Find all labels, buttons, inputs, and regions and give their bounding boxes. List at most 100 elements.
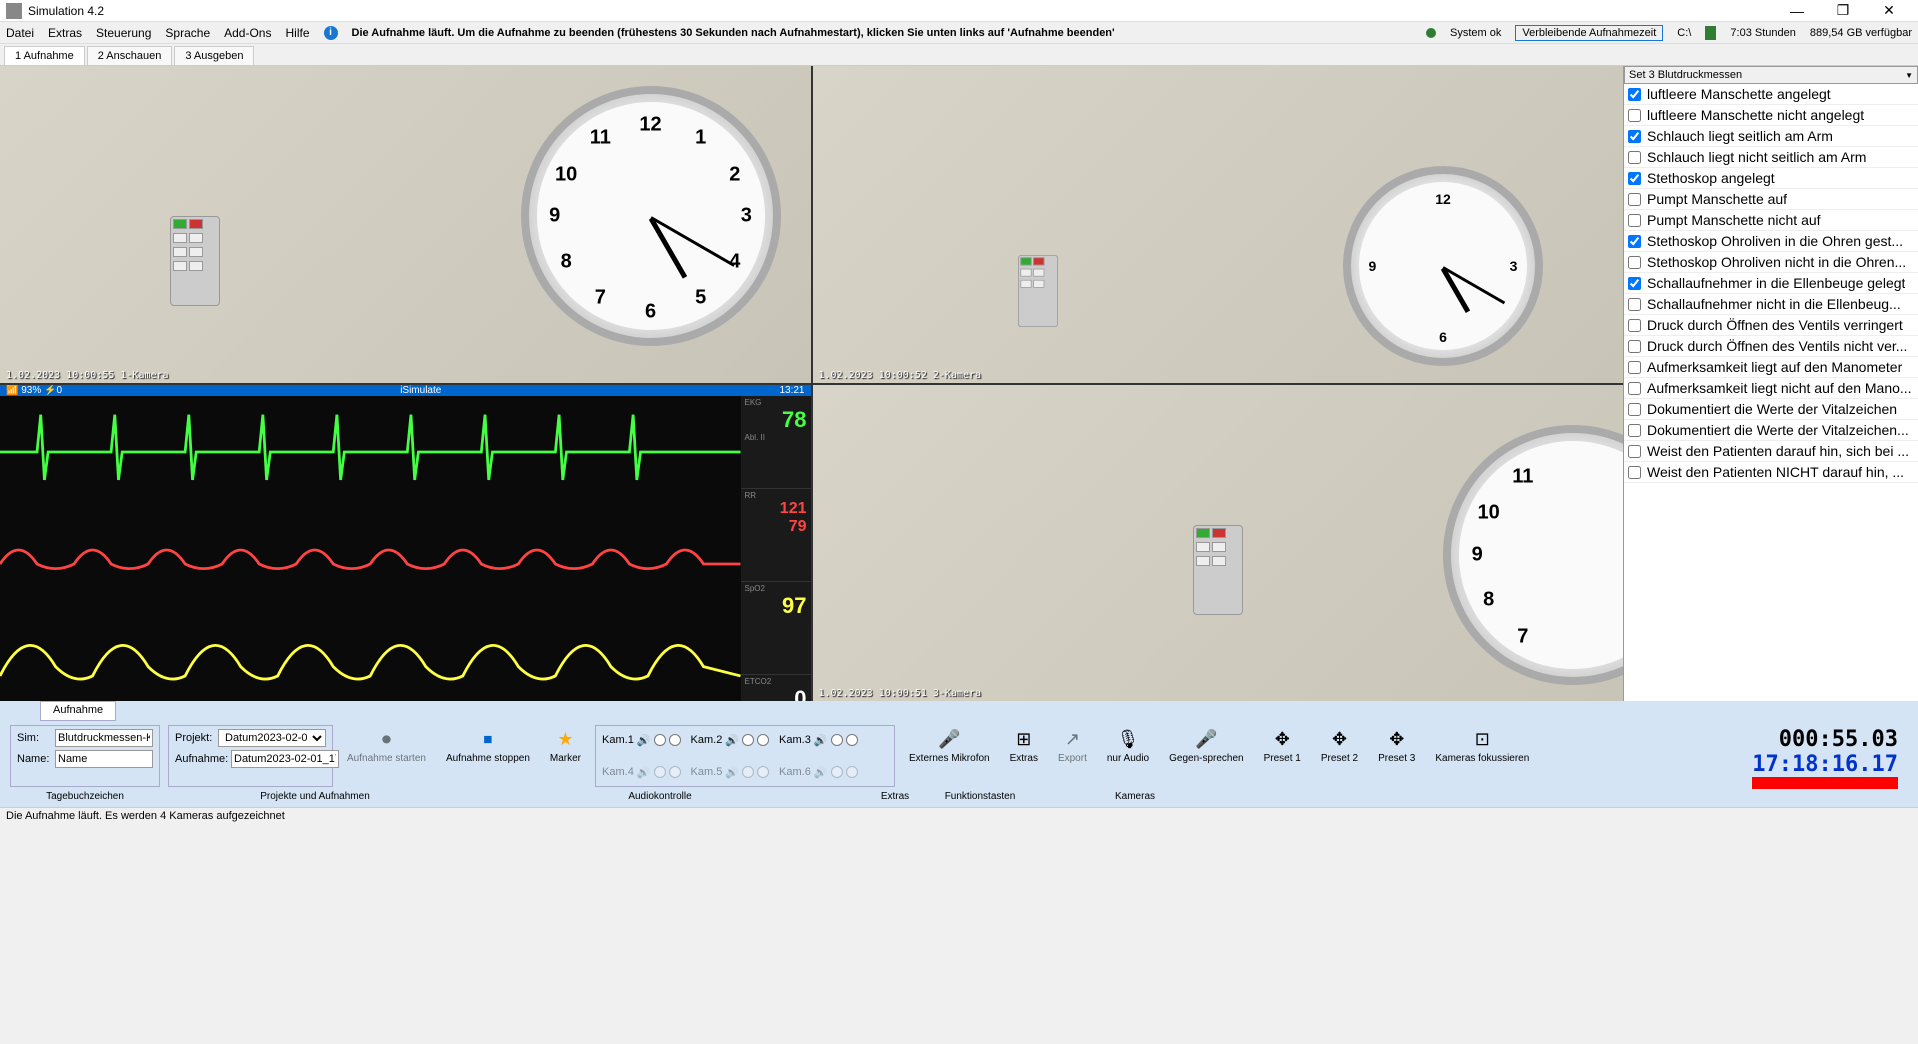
menu-addons[interactable]: Add-Ons — [224, 26, 271, 40]
checklist-text: Pumpt Manschette nicht auf — [1647, 212, 1821, 228]
checklist-item[interactable]: Druck durch Öffnen des Ventils verringer… — [1624, 315, 1918, 336]
checklist-item[interactable]: Stethoskop Ohroliven in die Ohren gest..… — [1624, 231, 1918, 252]
tab-anschauen[interactable]: 2 Anschauen — [87, 46, 173, 65]
checklist-text: Druck durch Öffnen des Ventils verringer… — [1647, 317, 1903, 333]
checklist-item[interactable]: Stethoskop angelegt — [1624, 168, 1918, 189]
aufnahme-input[interactable] — [231, 750, 339, 768]
camera-1-view[interactable]: 12 1 2 3 4 5 6 7 8 9 10 11 — [0, 66, 811, 383]
statusbar: Die Aufnahme läuft. Es werden 4 Kameras … — [0, 807, 1918, 825]
camera-2-view[interactable]: 12 3 6 9 1.02.2023 10:00:52 2-Kamera — [813, 66, 1624, 383]
minimize-button[interactable]: — — [1774, 0, 1820, 22]
checklist-item[interactable]: luftleere Manschette angelegt — [1624, 84, 1918, 105]
checklist-checkbox[interactable] — [1628, 151, 1641, 164]
checklist-checkbox[interactable] — [1628, 130, 1641, 143]
close-button[interactable]: ✕ — [1866, 0, 1912, 22]
gegensprechen-button[interactable]: 🎤 Gegen-sprechen — [1163, 725, 1250, 787]
system-status-text: System ok — [1450, 27, 1501, 39]
maximize-button[interactable]: ❐ — [1820, 0, 1866, 22]
grid-icon: ⊞ — [1012, 727, 1036, 751]
checklist-text: Aufmerksamkeit liegt nicht auf den Mano.… — [1647, 380, 1912, 396]
checklist-item[interactable]: Schallaufnehmer nicht in die Ellenbeug..… — [1624, 294, 1918, 315]
vitals-battery: 📶 93% ⚡0 — [6, 385, 62, 396]
group-tagebuch-label: Tagebuchzeichen — [10, 791, 160, 807]
name-label: Name: — [17, 753, 51, 765]
checklist-checkbox[interactable] — [1628, 256, 1641, 269]
checklist-checkbox[interactable] — [1628, 361, 1641, 374]
checklist-checkbox[interactable] — [1628, 193, 1641, 206]
kameras-fokussieren-button[interactable]: ⊡ Kameras fokussieren — [1429, 725, 1535, 787]
checklist-text: Stethoskop Ohroliven nicht in die Ohren.… — [1647, 254, 1906, 270]
checklist-checkbox[interactable] — [1628, 214, 1641, 227]
group-audio-label: Audiokontrolle — [470, 791, 850, 807]
checklist-item[interactable]: Pumpt Manschette nicht auf — [1624, 210, 1918, 231]
kam2-audio[interactable]: Kam.2 🔊 — [691, 729, 770, 751]
name-input[interactable] — [55, 750, 153, 768]
aufnahme-stoppen-button[interactable]: ⏹ Aufnahme stoppen — [440, 725, 536, 787]
checklist-item[interactable]: Schlauch liegt nicht seitlich am Arm — [1624, 147, 1918, 168]
checklist-checkbox[interactable] — [1628, 340, 1641, 353]
export-icon: ↗ — [1060, 727, 1084, 751]
talk-icon: 🎤 — [1194, 727, 1218, 751]
externes-mikrofon-button[interactable]: 🎤 Externes Mikrofon — [903, 725, 996, 787]
checklist-item[interactable]: Weist den Patienten darauf hin, sich bei… — [1624, 441, 1918, 462]
focus-icon: ⊡ — [1470, 727, 1494, 751]
checklist-text: Schallaufnehmer in die Ellenbeuge gelegt — [1647, 275, 1905, 291]
checklist-text: Schallaufnehmer nicht in die Ellenbeug..… — [1647, 296, 1901, 312]
checklist-checkbox[interactable] — [1628, 277, 1641, 290]
checklist-checkbox[interactable] — [1628, 298, 1641, 311]
drive-label: C:\ — [1677, 27, 1691, 39]
checklist-item[interactable]: luftleere Manschette nicht angelegt — [1624, 105, 1918, 126]
checklist-checkbox[interactable] — [1628, 109, 1641, 122]
checklist-checkbox[interactable] — [1628, 172, 1641, 185]
preset2-button[interactable]: ✥ Preset 2 — [1315, 725, 1364, 787]
vitals-header-time: 13:21 — [779, 385, 804, 396]
menu-datei[interactable]: Datei — [6, 26, 34, 40]
kam1-audio[interactable]: Kam.1 🔊 — [602, 729, 681, 751]
checklist-checkbox[interactable] — [1628, 466, 1641, 479]
nur-audio-button[interactable]: 🎙 nur Audio — [1101, 725, 1155, 787]
remote-device — [1193, 525, 1243, 615]
checklist-item[interactable]: Druck durch Öffnen des Ventils nicht ver… — [1624, 336, 1918, 357]
menu-steuerung[interactable]: Steuerung — [96, 26, 151, 40]
vitals-monitor[interactable]: 📶 93% ⚡0 iSimulate 13:21 EKG — [0, 385, 811, 702]
tab-ausgeben[interactable]: 3 Ausgeben — [174, 46, 254, 65]
menu-extras[interactable]: Extras — [48, 26, 82, 40]
camera-2-timestamp: 1.02.2023 10:00:52 2-Kamera — [819, 370, 982, 381]
preset1-button[interactable]: ✥ Preset 1 — [1258, 725, 1307, 787]
checklist-item[interactable]: Weist den Patienten NICHT darauf hin, ..… — [1624, 462, 1918, 483]
checklist-item[interactable]: Schlauch liegt seitlich am Arm — [1624, 126, 1918, 147]
sim-input[interactable] — [55, 729, 153, 747]
checklist-checkbox[interactable] — [1628, 319, 1641, 332]
checklist-item[interactable]: Pumpt Manschette auf — [1624, 189, 1918, 210]
marker-button[interactable]: ★ Marker — [544, 725, 587, 787]
extras-button[interactable]: ⊞ Extras — [1004, 725, 1044, 787]
system-status-dot — [1426, 28, 1436, 38]
checklist-item[interactable]: Schallaufnehmer in die Ellenbeuge gelegt — [1624, 273, 1918, 294]
checklist-item[interactable]: Dokumentiert die Werte der Vitalzeichen.… — [1624, 420, 1918, 441]
aufnahme-label: Aufnahme: — [175, 753, 227, 765]
checklist-checkbox[interactable] — [1628, 403, 1641, 416]
subtab-aufnahme[interactable]: Aufnahme — [40, 701, 116, 721]
checklist-checkbox[interactable] — [1628, 424, 1641, 437]
checklist-text: Aufmerksamkeit liegt auf den Manometer — [1647, 359, 1902, 375]
checklist-set-dropdown[interactable]: Set 3 Blutdruckmessen ▼ — [1624, 66, 1918, 84]
checklist-checkbox[interactable] — [1628, 235, 1641, 248]
camera-3-view[interactable]: 10 11 9 8 7 1.02.2023 10:00:51 3-Kamera — [813, 385, 1624, 702]
star-icon: ★ — [553, 727, 577, 751]
checklist-checkbox[interactable] — [1628, 88, 1641, 101]
checklist-text: Weist den Patienten NICHT darauf hin, ..… — [1647, 464, 1904, 480]
menu-sprache[interactable]: Sprache — [165, 26, 210, 40]
checklist-item[interactable]: Dokumentiert die Werte der Vitalzeichen — [1624, 399, 1918, 420]
checklist-checkbox[interactable] — [1628, 382, 1641, 395]
projekt-select[interactable]: Datum2023-02-01 — [218, 729, 326, 747]
tab-aufnahme[interactable]: 1 Aufnahme — [4, 46, 85, 65]
remote-device — [170, 216, 220, 306]
checklist-item[interactable]: Stethoskop Ohroliven nicht in die Ohren.… — [1624, 252, 1918, 273]
vitals-etco2: ETCO2 0 AF 0 — [741, 675, 811, 701]
checklist-item[interactable]: Aufmerksamkeit liegt auf den Manometer — [1624, 357, 1918, 378]
checklist-checkbox[interactable] — [1628, 445, 1641, 458]
preset3-button[interactable]: ✥ Preset 3 — [1372, 725, 1421, 787]
checklist-item[interactable]: Aufmerksamkeit liegt nicht auf den Mano.… — [1624, 378, 1918, 399]
menu-hilfe[interactable]: Hilfe — [285, 26, 309, 40]
kam3-audio[interactable]: Kam.3 🔊 — [779, 729, 858, 751]
